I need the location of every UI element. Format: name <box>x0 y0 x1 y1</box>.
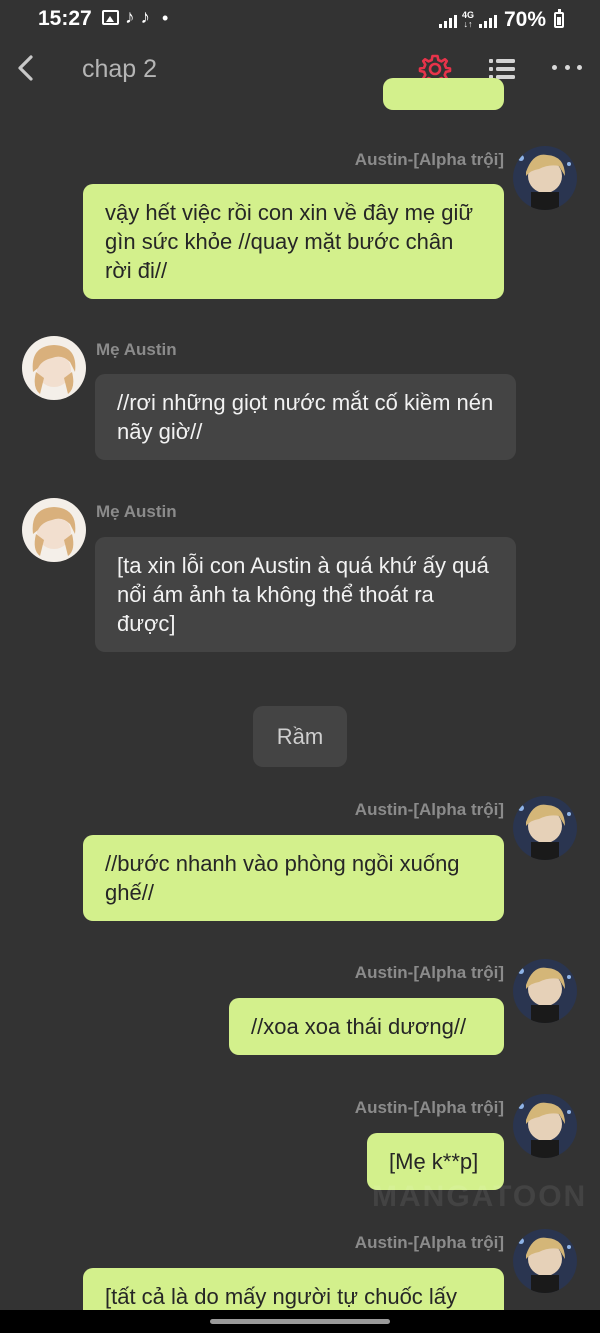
more-options-button[interactable] <box>552 52 582 82</box>
avatar[interactable] <box>513 796 577 860</box>
sender-name: Mẹ Austin <box>96 502 177 521</box>
message-bubble: [ta xin lỗi con Austin à quá khứ ấy quá … <box>95 537 516 652</box>
gallery-icon <box>102 10 119 25</box>
sender-name: Austin-[Alpha trội] <box>354 1233 504 1252</box>
notification-icons: ♪ ♪ • <box>102 8 168 27</box>
battery-percent: 70% <box>503 8 546 31</box>
system-nav-bar <box>0 1310 600 1333</box>
sender-name: Austin-[Alpha trội] <box>354 150 504 169</box>
tiktok-icon: ♪ <box>140 7 151 28</box>
status-bar: 15:27 ♪ ♪ • 4G ↓↑ 70% <box>0 0 600 40</box>
message-bubble: vậy hết việc rồi con xin về đây mẹ giữ g… <box>83 184 504 299</box>
tiktok-icon: ♪ <box>125 7 135 28</box>
system-icons: 4G ↓↑ 70% <box>438 8 564 32</box>
home-gesture-handle[interactable] <box>210 1319 390 1324</box>
message-bubble: [tất cả là do mấy người tự chuốc lấy <box>83 1268 504 1310</box>
avatar[interactable] <box>513 146 577 210</box>
back-icon <box>18 55 33 81</box>
narration-bubble: Rầm <box>253 706 347 767</box>
status-time: 15:27 <box>38 7 92 30</box>
avatar[interactable] <box>513 959 577 1023</box>
top-app-bar: chap 2 <box>0 40 600 100</box>
message-bubble-partial <box>383 78 504 110</box>
signal-icon <box>478 12 497 28</box>
sender-name: Mẹ Austin <box>96 340 177 359</box>
battery-icon <box>554 9 564 28</box>
avatar[interactable] <box>513 1229 577 1293</box>
message-bubble: //xoa xoa thái dương// <box>229 998 504 1055</box>
signal-icon <box>438 12 457 28</box>
message-bubble: //rơi những giọt nước mắt cố kiềm nén nã… <box>95 374 516 460</box>
back-button[interactable] <box>10 50 44 86</box>
avatar[interactable] <box>22 498 86 562</box>
message-bubble: //bước nhanh vào phòng ngồi xuống ghế// <box>83 835 504 921</box>
sender-name: Austin-[Alpha trội] <box>354 963 504 982</box>
sender-name: Austin-[Alpha trội] <box>354 1098 504 1117</box>
watermark: MANGATOON <box>372 1180 588 1213</box>
more-notifications-icon: • <box>162 7 169 28</box>
more-icon <box>552 64 557 70</box>
avatar[interactable] <box>513 1094 577 1158</box>
network-type: 4G ↓↑ <box>461 10 474 29</box>
avatar[interactable] <box>22 336 86 400</box>
sender-name: Austin-[Alpha trội] <box>354 800 504 819</box>
page-title: chap 2 <box>82 55 158 83</box>
